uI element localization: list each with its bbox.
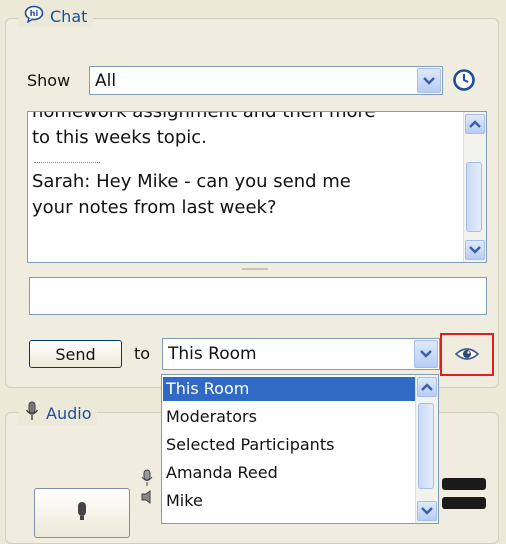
recipient-option-this-room[interactable]: This Room	[163, 377, 415, 401]
show-filter-dropdown[interactable]: All	[89, 66, 443, 95]
audio-panel-header: Audio	[18, 401, 98, 425]
message-separator	[34, 162, 100, 163]
recipient-list-scrollbar[interactable]	[415, 375, 438, 523]
recipient-value: This Room	[168, 344, 257, 364]
chat-message-input[interactable]	[29, 277, 487, 315]
recipient-option-moderators[interactable]: Moderators	[163, 405, 415, 429]
svg-text:hi: hi	[30, 9, 39, 18]
eye-icon[interactable]	[454, 345, 480, 367]
chat-message-line: homework assignment and then more	[32, 111, 376, 122]
clock-history-icon[interactable]	[452, 68, 476, 96]
chat-panel-header: hi Chat	[18, 5, 94, 27]
send-button[interactable]: Send	[29, 340, 122, 368]
chat-message-line: to this weeks topic.	[32, 127, 207, 148]
chevron-down-icon[interactable]	[414, 340, 438, 368]
talk-button[interactable]	[34, 488, 130, 538]
scroll-up-icon[interactable]	[417, 377, 437, 397]
chat-message-line: your notes from last week?	[32, 197, 277, 218]
chat-messages-scrollbar[interactable]	[463, 112, 486, 262]
show-label: Show	[27, 71, 71, 90]
scroll-down-icon[interactable]	[465, 240, 485, 260]
chat-message-line: Sarah: Hey Mike - can you send me	[32, 171, 351, 192]
speaker-icon	[140, 489, 156, 509]
chat-title: Chat	[50, 6, 88, 26]
scrollbar-thumb[interactable]	[466, 162, 482, 232]
resize-handle[interactable]	[242, 268, 268, 270]
to-label: to	[134, 344, 151, 363]
talk-microphone-icon	[75, 500, 89, 526]
recipient-dropdown[interactable]: This Room	[162, 338, 440, 370]
recipient-dropdown-list[interactable]: This Room Moderators Selected Participan…	[161, 374, 439, 524]
recipient-option-mike[interactable]: Mike	[163, 489, 415, 513]
recipient-option-amanda-reed[interactable]: Amanda Reed	[163, 461, 415, 485]
scrollbar-thumb[interactable]	[418, 403, 434, 489]
audio-title: Audio	[46, 403, 92, 423]
recipient-option-selected-participants[interactable]: Selected Participants	[163, 433, 415, 457]
microphone-icon	[24, 401, 40, 425]
send-button-label: Send	[55, 344, 96, 364]
microphone-volume-slider[interactable]	[442, 478, 486, 490]
chat-messages-area[interactable]: homework assignment and then more to thi…	[27, 111, 487, 263]
microphone-level-icon	[141, 469, 153, 491]
chat-icon: hi	[24, 5, 44, 27]
show-filter-value: All	[95, 70, 117, 91]
scroll-down-icon[interactable]	[417, 501, 437, 521]
scroll-up-icon[interactable]	[465, 114, 485, 134]
speaker-volume-slider[interactable]	[442, 497, 486, 509]
chat-panel: hi Chat Show All homework assignment and…	[5, 5, 499, 388]
chevron-down-icon[interactable]	[417, 68, 441, 93]
